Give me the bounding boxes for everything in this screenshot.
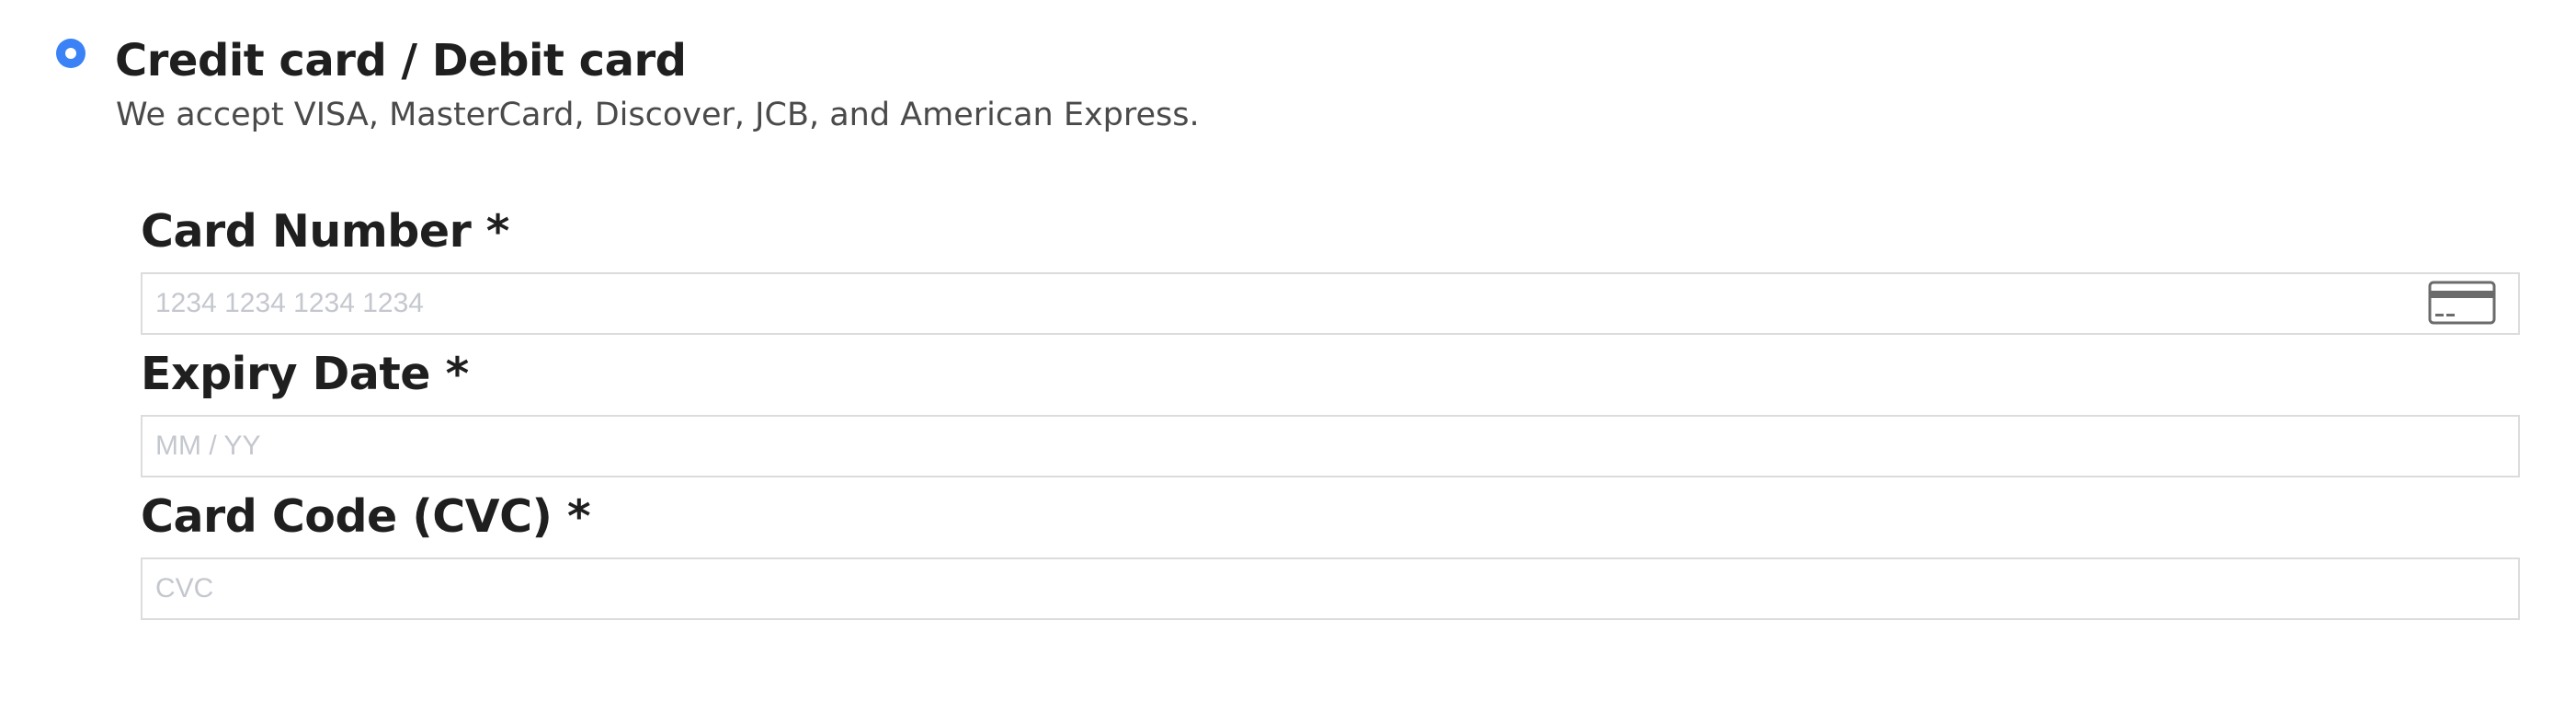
payment-option-credit-card: Credit card / Debit card We accept VISA,… (0, 0, 2576, 701)
payment-option-description: We accept VISA, MasterCard, Discover, JC… (116, 97, 1200, 133)
card-number-input[interactable] (142, 274, 2518, 333)
card-number-field[interactable] (141, 272, 2520, 335)
card-code-field[interactable] (141, 557, 2520, 620)
radio-selected-dot (65, 48, 76, 59)
card-code-label: Card Code (CVC) * (141, 490, 591, 543)
expiry-date-input[interactable] (142, 417, 2518, 476)
expiry-date-label: Expiry Date * (141, 348, 469, 400)
card-code-input[interactable] (142, 559, 2518, 618)
expiry-date-field[interactable] (141, 415, 2520, 477)
payment-method-radio[interactable] (56, 39, 85, 68)
payment-option-title[interactable]: Credit card / Debit card (115, 31, 687, 90)
card-number-label: Card Number * (141, 205, 509, 258)
credit-card-icon (2428, 281, 2496, 325)
